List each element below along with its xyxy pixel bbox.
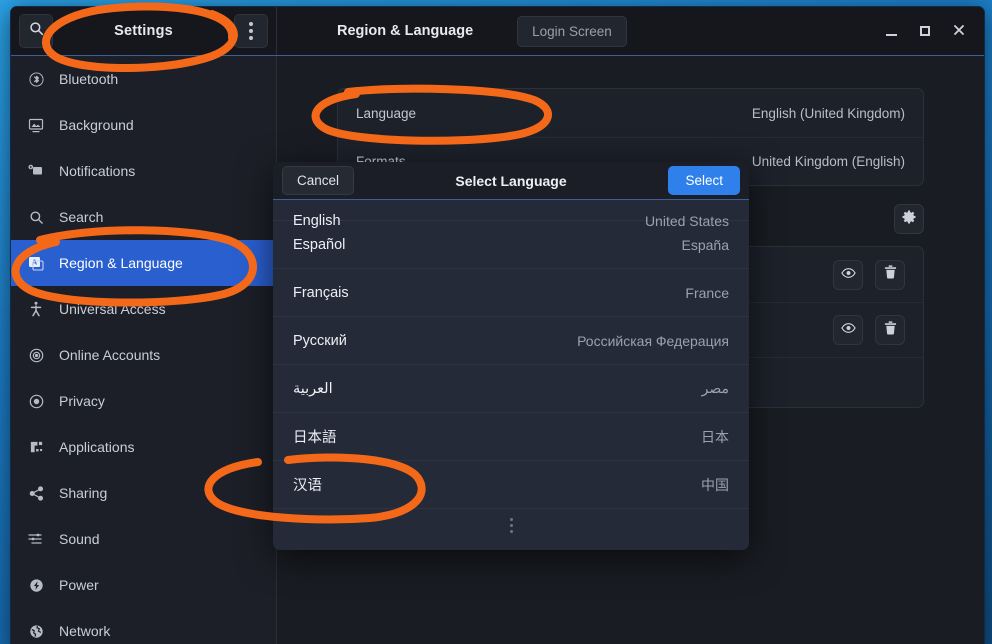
gear-icon <box>902 210 916 229</box>
notifications-icon <box>27 162 45 180</box>
close-icon <box>953 24 965 39</box>
language-list-item[interactable]: Русский Российская Федерация <box>273 316 749 364</box>
language-name: Español <box>293 236 346 253</box>
language-name: 日本語 <box>293 430 337 446</box>
power-icon <box>27 576 45 594</box>
sidebar-item-label: Search <box>59 209 104 225</box>
remove-input-source-button[interactable] <box>875 259 905 290</box>
page-title: Region & Language <box>337 23 474 39</box>
trash-icon <box>884 265 897 284</box>
sidebar-item-search[interactable]: Search <box>11 194 276 240</box>
language-list-item[interactable]: Français France <box>273 268 749 316</box>
region-language-icon: A <box>27 254 45 272</box>
preview-layout-button[interactable] <box>833 315 863 345</box>
background-icon <box>27 116 45 134</box>
language-region: United States <box>644 213 729 229</box>
privacy-icon <box>27 392 45 410</box>
sidebar-item-label: Applications <box>59 439 135 455</box>
sidebar-item-label: Sharing <box>59 485 108 501</box>
language-row[interactable]: Language English (United Kingdom) <box>338 89 923 137</box>
sidebar-item-universal-access[interactable]: Universal Access <box>11 286 276 332</box>
language-name: English <box>293 213 341 229</box>
sidebar-item-background[interactable]: Background <box>11 102 276 148</box>
language-name: العربية <box>293 380 333 397</box>
language-list-item[interactable]: 汉语 中国 <box>273 460 749 508</box>
eye-icon <box>840 266 856 284</box>
language-list-item[interactable]: English United States <box>273 200 749 229</box>
sidebar-item-network[interactable]: Network <box>11 608 276 644</box>
sidebar-item-online-accounts[interactable]: Online Accounts <box>11 332 276 378</box>
select-language-dialog: Cancel Select Language Select English Un… <box>273 162 749 550</box>
formats-row-value: United Kingdom (English) <box>751 154 905 169</box>
sidebar-item-label: Universal Access <box>59 301 166 317</box>
settings-window: Settings Region & Language Login Screen <box>10 6 985 644</box>
settings-menu-button[interactable] <box>234 14 268 48</box>
settings-sidebar[interactable]: Bluetooth Background Notifications Searc… <box>11 56 277 644</box>
sound-icon <box>27 530 45 548</box>
sidebar-item-label: Bluetooth <box>59 71 119 87</box>
language-region: España <box>681 236 729 253</box>
window-controls <box>876 16 974 46</box>
select-button[interactable]: Select <box>668 166 740 195</box>
minimize-button[interactable] <box>876 16 906 46</box>
sidebar-title: Settings <box>114 23 173 39</box>
sidebar-item-label: Online Accounts <box>59 347 161 363</box>
sidebar-item-label: Power <box>59 577 99 593</box>
sidebar-item-region-language[interactable]: A Region & Language <box>11 240 276 286</box>
language-region: 日本 <box>701 428 729 445</box>
search-button[interactable] <box>19 14 53 48</box>
language-name: Français <box>293 284 349 301</box>
overflow-menu-icon <box>249 22 253 40</box>
trash-icon <box>884 320 897 340</box>
sidebar-header: Settings <box>11 7 277 55</box>
language-list-item[interactable]: 日本語 日本 <box>273 412 749 460</box>
search-icon <box>29 21 44 41</box>
sharing-icon <box>27 484 45 502</box>
language-region: France <box>685 284 729 301</box>
applications-icon <box>27 438 45 456</box>
eye-icon <box>840 321 856 339</box>
network-icon <box>27 622 45 640</box>
universal-access-icon <box>27 300 45 318</box>
maximize-button[interactable] <box>910 16 940 46</box>
language-region: Российская Федерация <box>577 332 729 349</box>
sidebar-item-label: Privacy <box>59 393 105 409</box>
sidebar-item-notifications[interactable]: Notifications <box>11 148 276 194</box>
cancel-button[interactable]: Cancel <box>282 166 355 195</box>
minimize-icon <box>885 33 897 36</box>
language-row-value: English (United Kingdom) <box>751 105 905 121</box>
language-list[interactable]: English United States Español España Fra… <box>273 200 749 550</box>
language-row-label: Language <box>356 105 417 121</box>
language-region: 中国 <box>701 476 729 493</box>
preview-layout-button[interactable] <box>833 259 863 290</box>
sidebar-item-privacy[interactable]: Privacy <box>11 378 276 424</box>
input-source-options-button[interactable] <box>894 204 924 234</box>
search-icon <box>27 208 45 226</box>
sidebar-item-label: Notifications <box>59 163 136 179</box>
online-accounts-icon <box>27 346 45 364</box>
close-button[interactable] <box>944 16 974 46</box>
sidebar-item-bluetooth[interactable]: Bluetooth <box>11 56 276 102</box>
maximize-icon <box>920 26 930 36</box>
sidebar-item-label: Background <box>59 117 134 133</box>
remove-input-source-button[interactable] <box>875 315 905 345</box>
sidebar-item-label: Region & Language <box>59 255 183 271</box>
sidebar-item-applications[interactable]: Applications <box>11 424 276 470</box>
content-header: Region & Language Login Screen <box>277 7 984 55</box>
more-vertical-icon <box>509 518 513 533</box>
language-region: مصر <box>701 380 729 396</box>
sidebar-item-sharing[interactable]: Sharing <box>11 470 276 516</box>
bluetooth-icon <box>27 70 45 88</box>
language-name: Русский <box>293 332 347 349</box>
sidebar-item-sound[interactable]: Sound <box>11 516 276 562</box>
language-list-item[interactable]: العربية مصر <box>273 364 749 412</box>
sidebar-item-label: Sound <box>59 531 100 547</box>
show-more-languages-button[interactable] <box>273 508 749 542</box>
sidebar-item-label: Network <box>59 623 111 639</box>
login-screen-button[interactable]: Login Screen <box>517 15 627 47</box>
window-header-bar: Settings Region & Language Login Screen <box>11 7 984 56</box>
dialog-header: Cancel Select Language Select <box>273 162 749 200</box>
language-name: 汉语 <box>293 478 322 494</box>
sidebar-item-power[interactable]: Power <box>11 562 276 608</box>
